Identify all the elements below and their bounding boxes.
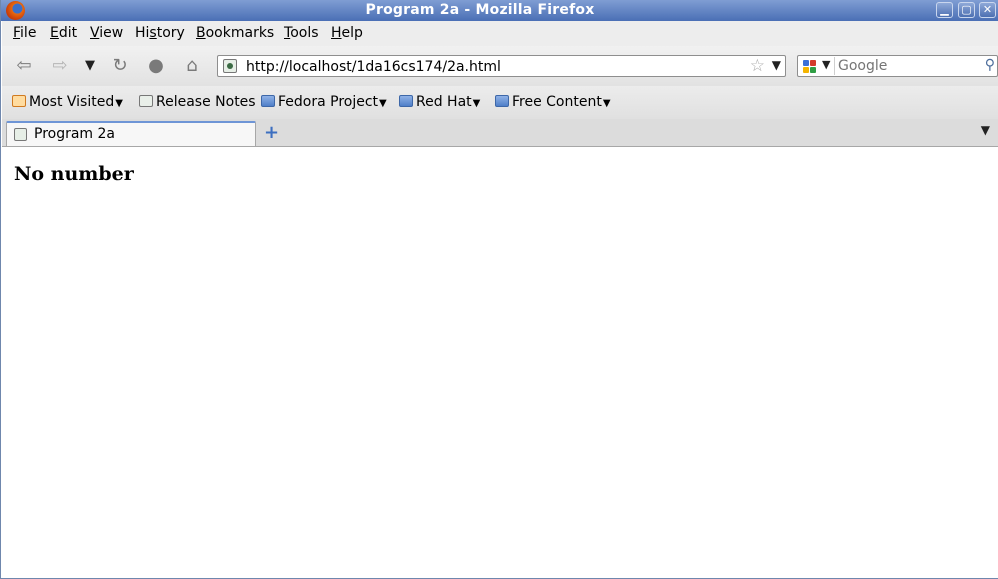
menu-view[interactable]: View	[90, 25, 123, 41]
menu-help[interactable]: Help	[331, 25, 363, 41]
tab-bar: Program 2a + ▼	[2, 119, 998, 147]
browser-window: Program 2a - Mozilla Firefox ▁ ▢ ✕ File …	[0, 0, 998, 579]
bookmark-release-notes[interactable]: Release Notes	[139, 94, 256, 110]
bookmark-red-hat[interactable]: Red Hat▼	[399, 94, 480, 110]
home-icon[interactable]: ⌂	[180, 54, 204, 78]
page-heading: No number	[14, 163, 134, 185]
site-favicon-icon	[223, 59, 237, 73]
folder-icon	[495, 95, 509, 107]
new-tab-plus-icon[interactable]: +	[264, 122, 279, 143]
stop-icon[interactable]: ●	[144, 54, 168, 78]
bookmark-star-icon[interactable]: ☆	[750, 56, 765, 76]
engine-dropdown-icon[interactable]: ▼	[822, 58, 830, 71]
folder-icon	[261, 95, 275, 107]
tab-label: Program 2a	[34, 126, 116, 142]
url-bar[interactable]: http://localhost/1da16cs174/2a.html ☆ ▼	[217, 55, 786, 77]
navigation-toolbar: ⇦ ⇨ ▼ ↻ ● ⌂ http://localhost/1da16cs174/…	[2, 46, 998, 87]
menu-file[interactable]: File	[13, 25, 36, 41]
menu-edit[interactable]: Edit	[50, 25, 77, 41]
chevron-down-icon: ▼	[602, 98, 611, 109]
chevron-down-icon: ▼	[379, 98, 387, 109]
history-dropdown-icon[interactable]: ▼	[78, 54, 102, 78]
search-engine-selector[interactable]: ▼	[800, 57, 835, 75]
maximize-button[interactable]: ▢	[958, 2, 975, 18]
forward-icon[interactable]: ⇨	[48, 54, 72, 78]
most-visited-icon	[12, 95, 26, 107]
menu-bar: File Edit View History Bookmarks Tools H…	[2, 21, 998, 47]
tab-program-2a[interactable]: Program 2a	[6, 121, 256, 146]
url-text[interactable]: http://localhost/1da16cs174/2a.html	[246, 59, 501, 75]
google-logo-part	[803, 67, 809, 73]
bookmarks-toolbar: Most Visited▼ Release Notes Fedora Proje…	[2, 86, 998, 120]
page-content: No number	[2, 147, 998, 578]
title-bar[interactable]: Program 2a - Mozilla Firefox ▁ ▢ ✕	[1, 0, 998, 21]
search-input[interactable]	[838, 57, 973, 75]
chevron-down-icon: ▼	[115, 98, 123, 109]
window-title: Program 2a - Mozilla Firefox	[365, 2, 595, 18]
url-dropdown-icon[interactable]: ▼	[772, 58, 781, 72]
google-logo-part	[810, 67, 816, 73]
minimize-button[interactable]: ▁	[936, 2, 953, 18]
google-logo-part	[810, 60, 816, 66]
reload-icon[interactable]: ↻	[108, 54, 132, 78]
menu-bookmarks[interactable]: Bookmarks	[196, 25, 274, 41]
google-logo-icon	[803, 60, 809, 66]
search-icon[interactable]: ⚲	[985, 57, 995, 73]
bookmark-free-content[interactable]: Free Content▼	[495, 94, 611, 110]
bookmark-most-visited[interactable]: Most Visited▼	[12, 94, 123, 110]
menu-history[interactable]: History	[135, 25, 185, 41]
bookmark-fedora-project[interactable]: Fedora Project▼	[261, 94, 387, 110]
close-button[interactable]: ✕	[979, 2, 996, 18]
back-icon[interactable]: ⇦	[12, 54, 36, 78]
search-box[interactable]: ▼ ⚲	[797, 55, 998, 77]
tab-favicon-icon	[14, 128, 27, 141]
menu-tools[interactable]: Tools	[284, 25, 319, 41]
chevron-down-icon: ▼	[472, 98, 481, 109]
page-icon	[139, 95, 153, 107]
tab-list-chevron-down-icon[interactable]: ▼	[981, 123, 990, 137]
folder-icon	[399, 95, 413, 107]
